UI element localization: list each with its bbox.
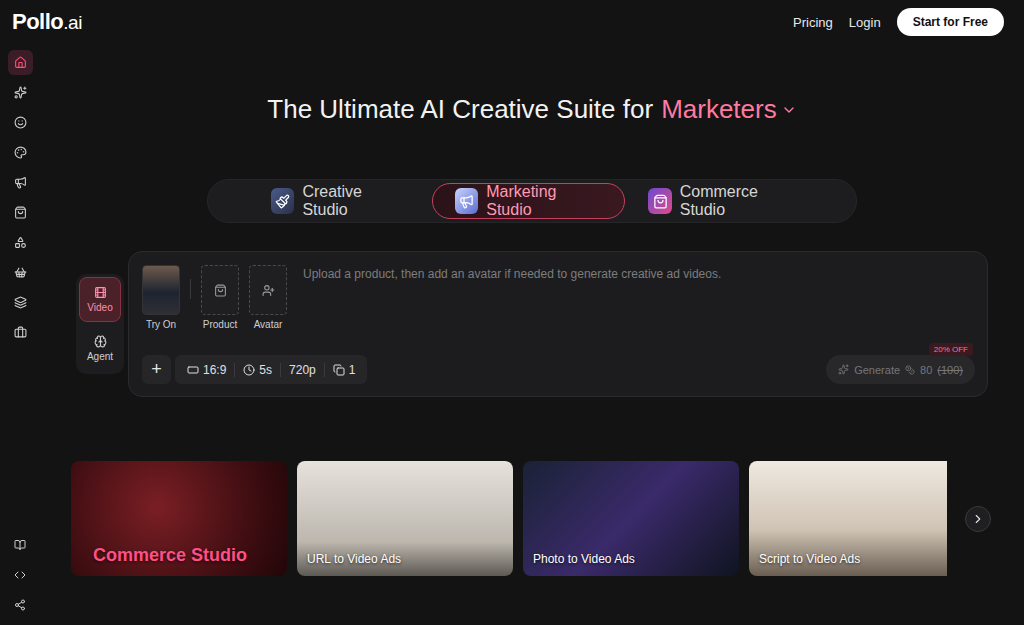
- top-nav: Pricing Login Start for Free: [793, 8, 1004, 36]
- sidebar-item[interactable]: [8, 80, 33, 105]
- option-chip[interactable]: 5s: [234, 363, 280, 377]
- generate-cost: 80: [920, 364, 932, 376]
- feature-card-title: Photo to Video Ads: [533, 552, 635, 566]
- sidebar-item-icon: [14, 146, 27, 159]
- attachments-row: Try On Product Avatar Upload a product, the…: [142, 265, 975, 330]
- main: The Ultimate AI Creative Suite for Market…: [40, 44, 1024, 625]
- option-icon: [333, 364, 345, 376]
- feature-card[interactable]: Script to Video Ads: [749, 461, 947, 576]
- feature-card-title: Script to Video Ads: [759, 552, 860, 566]
- logo[interactable]: Pollo.ai: [12, 9, 82, 35]
- chevron-right-icon: [971, 512, 985, 526]
- sidebar-item[interactable]: [8, 320, 33, 345]
- carousel-next-button[interactable]: [965, 506, 991, 532]
- sidebar-bottom: [8, 532, 33, 617]
- discount-badge: 20% OFF: [929, 343, 973, 356]
- sidebar-item[interactable]: [8, 50, 33, 75]
- sidebar-item[interactable]: [8, 230, 33, 255]
- generate-wrap: Generate80(100)20% OFF: [826, 355, 975, 384]
- prompt-panel: Try On Product Avatar Upload a product, the…: [128, 251, 988, 397]
- attachment-icon: [214, 284, 227, 297]
- option-chip[interactable]: 1: [324, 363, 364, 377]
- attachment-slot: [249, 265, 287, 315]
- mode-icon: [94, 335, 107, 348]
- sidebar-item[interactable]: [8, 110, 33, 135]
- sidebar-item[interactable]: [8, 532, 33, 557]
- option-chips: 16:95s720p1: [175, 355, 367, 384]
- sidebar-item-icon: [14, 569, 26, 581]
- sidebar-item[interactable]: [8, 140, 33, 165]
- body: The Ultimate AI Creative Suite for Market…: [0, 44, 1024, 625]
- studio-tab[interactable]: Commerce Studio: [625, 183, 826, 219]
- studio-tabs: Creative StudioMarketing StudioCommerce …: [207, 179, 857, 223]
- option-icon: [243, 364, 255, 376]
- sidebar-item-icon: [14, 236, 27, 249]
- prompt-input[interactable]: Upload a product, then add an avatar if …: [297, 265, 975, 281]
- sidebar-item[interactable]: [8, 260, 33, 285]
- attachment[interactable]: Try On: [142, 265, 180, 330]
- nav-link[interactable]: Login: [849, 15, 881, 30]
- option-icon: [187, 364, 199, 376]
- studio-tab-icon: [455, 188, 478, 214]
- add-button[interactable]: +: [142, 355, 171, 384]
- studio-tab[interactable]: Marketing Studio: [432, 183, 625, 219]
- attachment-photo: [142, 265, 180, 315]
- feature-card[interactable]: URL to Video Ads: [297, 461, 513, 576]
- headline: The Ultimate AI Creative Suite for Market…: [267, 94, 796, 125]
- attachment-slot: [201, 265, 239, 315]
- header: Pollo.ai Pricing Login Start for Free: [0, 0, 1024, 44]
- sidebar-item-icon: [14, 296, 27, 309]
- feature-carousel: Commerce Studio URL to Video Ads Photo to …: [71, 461, 993, 576]
- sidebar: [0, 44, 40, 625]
- sidebar-item[interactable]: [8, 200, 33, 225]
- option-chip[interactable]: 720p: [280, 363, 324, 377]
- logo-suffix: .ai: [63, 12, 82, 33]
- sidebar-item[interactable]: [8, 170, 33, 195]
- sidebar-item-icon: [14, 176, 27, 189]
- sidebar-top: [8, 50, 33, 345]
- nav-link[interactable]: Pricing: [793, 15, 833, 30]
- carousel-track: Commerce Studio URL to Video Ads Photo to …: [71, 461, 947, 576]
- mode-icon: [94, 286, 107, 299]
- mode-option[interactable]: Agent: [79, 326, 121, 371]
- sidebar-item-icon: [14, 266, 27, 279]
- attachment-icon: [262, 284, 275, 297]
- attachment[interactable]: Product: [201, 265, 239, 330]
- coin-icon: [905, 365, 915, 375]
- sidebar-item-icon: [14, 86, 27, 99]
- sidebar-item-icon: [14, 56, 27, 69]
- original-cost: (100): [937, 364, 963, 376]
- studio-tab-icon: [271, 188, 294, 214]
- mode-switch: VideoAgent: [76, 274, 124, 374]
- sidebar-item[interactable]: [8, 290, 33, 315]
- attachment[interactable]: Avatar: [249, 265, 287, 330]
- divider: [190, 279, 191, 299]
- sparkles-icon: [838, 364, 849, 375]
- page: Pollo.ai Pricing Login Start for Free The Ul…: [0, 0, 1024, 625]
- start-button[interactable]: Start for Free: [897, 8, 1004, 36]
- feature-card-title: URL to Video Ads: [307, 552, 401, 566]
- sidebar-item-icon: [14, 206, 27, 219]
- feature-card[interactable]: Photo to Video Ads: [523, 461, 739, 576]
- feature-card-title: Commerce Studio: [81, 545, 247, 566]
- sidebar-item-icon: [14, 599, 26, 611]
- composer: VideoAgent Try On Product Avatar Upload a pr…: [76, 251, 988, 397]
- feature-card[interactable]: Commerce Studio: [71, 461, 287, 576]
- options-row: +16:95s720p1Generate80(100)20% OFF: [142, 355, 975, 384]
- sidebar-item-icon: [14, 116, 27, 129]
- studio-tab-icon: [648, 188, 671, 214]
- studio-tab[interactable]: Creative Studio: [248, 183, 432, 219]
- headline-text: The Ultimate AI Creative Suite for: [267, 94, 653, 125]
- sidebar-item[interactable]: [8, 562, 33, 587]
- mode-option[interactable]: Video: [79, 277, 121, 322]
- sidebar-item-icon: [14, 539, 26, 551]
- controls: +16:95s720p1: [142, 355, 367, 384]
- audience-dropdown[interactable]: Marketers: [661, 94, 797, 125]
- generate-button[interactable]: Generate80(100): [826, 355, 975, 384]
- sidebar-item-icon: [14, 326, 27, 339]
- option-chip[interactable]: 16:9: [179, 363, 234, 377]
- chevron-down-icon: [781, 102, 797, 118]
- sidebar-item[interactable]: [8, 592, 33, 617]
